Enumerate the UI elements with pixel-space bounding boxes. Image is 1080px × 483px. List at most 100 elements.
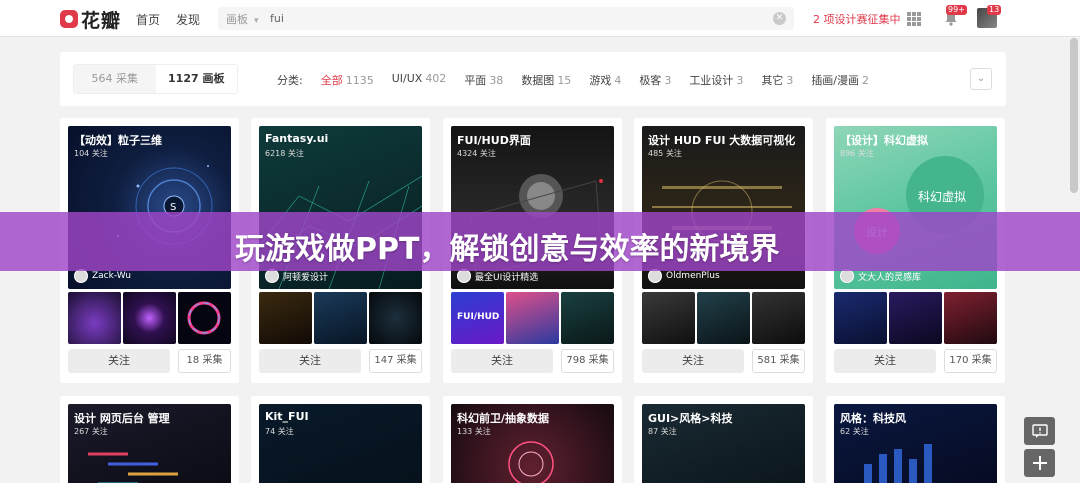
follow-button[interactable]: 关注: [834, 349, 936, 373]
category-count: 2: [862, 74, 870, 87]
board-thumbnail[interactable]: [889, 292, 942, 344]
follow-button[interactable]: 关注: [259, 349, 361, 373]
board-cover[interactable]: Kit_FUI 74 关注: [259, 404, 422, 483]
collect-count[interactable]: 581 采集: [752, 349, 805, 373]
board-cover[interactable]: 科幻前卫/抽象数据 133 关注: [451, 404, 614, 483]
category-count: 1135: [345, 74, 374, 87]
board-card[interactable]: 科幻前卫/抽象数据 133 关注: [443, 396, 622, 483]
board-thumbnail[interactable]: [697, 292, 750, 344]
board-card[interactable]: 风格：科技风 62 关注: [826, 396, 1005, 483]
toggle-boards[interactable]: 1127 画板: [155, 65, 237, 93]
search-bar: 画板 ▾ ✕: [218, 7, 794, 30]
avatar: [74, 269, 88, 283]
board-title: 【动效】粒子三维: [74, 134, 162, 147]
category-count: 3: [664, 74, 672, 87]
category-illustration[interactable]: 插画/漫画 2: [811, 72, 869, 88]
board-owner[interactable]: 阿顿爱设计: [265, 269, 328, 283]
category-game[interactable]: 游戏 4: [589, 72, 621, 88]
collapse-icon[interactable]: ⌄: [970, 68, 992, 90]
add-icon[interactable]: [1024, 449, 1055, 477]
board-owner[interactable]: OldmenPlus: [648, 269, 720, 283]
board-thumbnail[interactable]: [561, 292, 614, 344]
board-thumbnail[interactable]: [178, 292, 231, 344]
follow-button[interactable]: 关注: [642, 349, 744, 373]
search-scope-select[interactable]: 画板 ▾: [226, 11, 259, 27]
search-input[interactable]: [270, 10, 720, 27]
collect-count[interactable]: 18 采集: [178, 349, 231, 373]
board-thumbnail[interactable]: [68, 292, 121, 344]
board-thumbnail[interactable]: [642, 292, 695, 344]
category-industrial[interactable]: 工业设计 3: [689, 72, 743, 88]
board-cover[interactable]: 风格：科技风 62 关注: [834, 404, 997, 483]
avatar: [648, 269, 662, 283]
board-thumbnail[interactable]: [369, 292, 422, 344]
promo-link[interactable]: 2 项设计赛征集中: [813, 11, 901, 27]
board-owner[interactable]: 文大人的灵感库: [840, 269, 921, 283]
board-thumbnail[interactable]: [752, 292, 805, 344]
category-other[interactable]: 其它 3: [761, 72, 793, 88]
category-label: 其它: [761, 74, 784, 87]
scrollbar[interactable]: [1070, 38, 1078, 193]
category-datavis[interactable]: 数据图 15: [521, 72, 571, 88]
category-graphic[interactable]: 平面 38: [464, 72, 503, 88]
logo[interactable]: 花瓣: [60, 8, 122, 32]
banner-title: 玩游戏做PPT，解锁创意与效率的新境界: [235, 232, 780, 267]
thumbnail-label: FUI/HUD: [457, 312, 500, 322]
apps-grid-icon[interactable]: [907, 12, 921, 26]
cover-text: 科幻虚拟: [918, 190, 967, 204]
nav-link-discover[interactable]: 发现: [176, 11, 200, 28]
category-label: 游戏: [589, 74, 612, 87]
follow-button[interactable]: 关注: [451, 349, 553, 373]
collect-count[interactable]: 147 采集: [369, 349, 422, 373]
board-thumbnail[interactable]: [314, 292, 367, 344]
owner-name: 文大人的灵感库: [858, 272, 922, 283]
chevron-down-icon: ▾: [254, 16, 259, 26]
feedback-icon[interactable]: [1024, 417, 1055, 445]
logo-text: 花瓣: [81, 9, 122, 32]
category-label: 数据图: [521, 74, 555, 87]
board-followers: 133 关注: [457, 427, 491, 436]
category-all[interactable]: 全部 1135: [321, 72, 374, 88]
follow-button[interactable]: 关注: [68, 349, 170, 373]
nav-link-home[interactable]: 首页: [136, 11, 160, 28]
top-nav: 花瓣 首页 发现 画板 ▾ ✕ 2 项设计赛征集中 99+ 13: [0, 0, 1080, 37]
board-thumbnail[interactable]: [123, 292, 176, 344]
category-label: 全部: [320, 74, 343, 87]
board-followers: 6218 关注: [265, 149, 304, 158]
toggle-pins[interactable]: 564 采集: [74, 65, 156, 93]
board-card[interactable]: 设计 网页后台 管理 267 关注: [60, 396, 239, 483]
avatar: [840, 269, 854, 283]
board-thumbnail[interactable]: [834, 292, 887, 344]
collect-count[interactable]: 170 采集: [944, 349, 997, 373]
board-title: 风格：科技风: [840, 412, 906, 425]
overlay-banner: 玩游戏做PPT，解锁创意与效率的新境界: [0, 212, 1080, 271]
search-scope-label: 画板: [226, 13, 248, 26]
logo-icon: [60, 10, 78, 28]
board-title: GUI>风格>科技: [648, 412, 733, 425]
board-owner[interactable]: 最全UI设计精选: [457, 269, 538, 283]
board-card[interactable]: GUI>风格>科技 87 关注: [634, 396, 813, 483]
collect-count[interactable]: 798 采集: [561, 349, 614, 373]
board-cover[interactable]: 设计 网页后台 管理 267 关注: [68, 404, 231, 483]
category-count: 4: [614, 74, 622, 87]
category-count: 3: [736, 74, 744, 87]
board-thumbnail[interactable]: [506, 292, 559, 344]
board-cover[interactable]: GUI>风格>科技 87 关注: [642, 404, 805, 483]
category-count: 38: [489, 74, 504, 87]
board-card[interactable]: Kit_FUI 74 关注: [251, 396, 430, 483]
board-title: 科幻前卫/抽象数据: [457, 412, 550, 425]
avatar: [457, 269, 471, 283]
category-geek[interactable]: 极客 3: [639, 72, 671, 88]
board-owner[interactable]: Zack-Wu: [74, 269, 131, 283]
board-thumbnail[interactable]: [259, 292, 312, 344]
category-uiux[interactable]: UI/UX 402: [392, 72, 447, 88]
category-count: 402: [425, 72, 447, 85]
clear-icon[interactable]: ✕: [773, 12, 786, 25]
board-thumbnail[interactable]: FUI/HUD: [451, 292, 504, 344]
board-thumbnail[interactable]: [944, 292, 997, 344]
board-title: 设计 HUD FUI 大数据可视化: [648, 134, 796, 147]
owner-name: 最全UI设计精选: [475, 272, 539, 283]
board-title: 设计 网页后台 管理: [74, 412, 170, 425]
owner-name: 阿顿爱设计: [283, 272, 329, 283]
board-title: Kit_FUI: [265, 410, 309, 423]
